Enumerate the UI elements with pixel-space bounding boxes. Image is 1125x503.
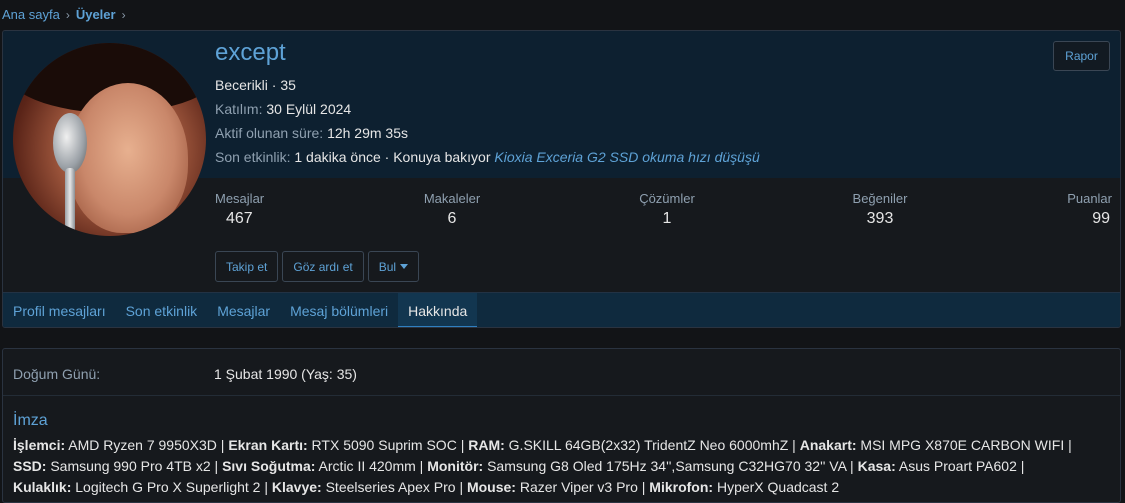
chevron-right-icon: › (121, 7, 126, 22)
sig-key: İşlemci: (13, 437, 66, 453)
tab-profile-posts[interactable]: Profil mesajları (3, 293, 116, 327)
stat-value: 99 (1092, 210, 1110, 227)
about-card: Doğum Günü: 1 Şubat 1990 (Yaş: 35) İmza … (2, 348, 1121, 503)
chevron-right-icon: › (65, 7, 70, 22)
stat-solutions[interactable]: Çözümler 1 (637, 191, 697, 228)
ignore-button[interactable]: Göz ardı et (282, 251, 364, 282)
sig-value: Steelseries Apex Pro | (321, 479, 467, 495)
stat-likes[interactable]: Beğeniler 393 (850, 191, 910, 228)
sig-key: Kasa: (857, 458, 896, 474)
joined-label: Katılım: (215, 101, 263, 117)
online-time-value: 12h 29m 35s (327, 125, 409, 141)
profile-card: except Becerikli · 35 Katılım: 30 Eylül … (2, 30, 1121, 328)
sig-key: Anakart: (799, 437, 857, 453)
signature-body: İşlemci: AMD Ryzen 7 9950X3D | Ekran Kar… (13, 435, 1113, 498)
sig-value: RTX 5090 Suprim SOC | (307, 437, 469, 453)
stat-articles[interactable]: Makaleler 6 (422, 191, 482, 228)
divider (3, 395, 1120, 396)
tab-postings[interactable]: Mesajlar (207, 293, 280, 327)
joined-line: Katılım: 30 Eylül 2024 (215, 101, 351, 117)
breadcrumb-home-link[interactable]: Ana sayfa (2, 7, 60, 22)
avatar[interactable] (13, 43, 206, 236)
sig-value: HyperX Quadcast 2 (713, 479, 840, 495)
last-activity-value: 1 dakika önce · Konuya bakıyor (294, 149, 491, 165)
tab-latest-activity[interactable]: Son etkinlik (116, 293, 208, 327)
online-time-line: Aktif olunan süre: 12h 29m 35s (215, 125, 408, 141)
stat-value: 1 (662, 210, 672, 227)
profile-tabs: Profil mesajları Son etkinlik Mesajlar M… (3, 292, 1120, 327)
sig-value: Asus Proart PA602 | (895, 458, 1025, 474)
sig-value: Logitech G Pro X Superlight 2 | (71, 479, 272, 495)
username[interactable]: except (215, 39, 286, 67)
stat-label: Çözümler (639, 191, 695, 206)
profile-actions: Takip et Göz ardı et Bul (215, 251, 420, 282)
last-thread-link[interactable]: Kioxia Exceria G2 SSD okuma hızı düşüşü (494, 149, 759, 165)
stat-label: Puanlar (1067, 191, 1112, 206)
online-time-label: Aktif olunan süre: (215, 125, 324, 141)
stat-value: 393 (866, 210, 894, 227)
follow-button[interactable]: Takip et (215, 251, 279, 282)
birthday-label: Doğum Günü: (13, 366, 101, 382)
report-button[interactable]: Rapor (1053, 41, 1110, 71)
find-dropdown-button[interactable]: Bul (367, 251, 420, 282)
stat-points[interactable]: Puanlar 99 (1052, 191, 1112, 228)
rank-line: Becerikli · 35 (215, 77, 296, 93)
sig-key: Mouse: (466, 479, 516, 495)
sig-key: Klavye: (271, 479, 322, 495)
breadcrumb: Ana sayfa › Üyeler › (2, 7, 132, 22)
sig-key: Ekran Kartı: (228, 437, 308, 453)
sig-value: Arctic II 420mm | (315, 458, 428, 474)
sig-key: RAM: (468, 437, 505, 453)
last-activity-line: Son etkinlik: 1 dakika önce · Konuya bak… (215, 149, 760, 165)
sig-key: Mikrofon: (649, 479, 714, 495)
stats-row: Mesajlar 467 Makaleler 6 Çözümler 1 Beğe… (215, 191, 1112, 233)
stat-label: Mesajlar (215, 191, 265, 206)
find-label: Bul (378, 259, 397, 274)
birthday-value: 1 Şubat 1990 (Yaş: 35) (214, 366, 357, 382)
caret-down-icon (400, 264, 409, 269)
sig-value: AMD Ryzen 7 9950X3D | (65, 437, 229, 453)
stat-label: Beğeniler (852, 191, 908, 206)
tab-about[interactable]: Hakkında (398, 293, 478, 327)
stat-value: 467 (226, 210, 253, 227)
birthday-row: Doğum Günü: 1 Şubat 1990 (Yaş: 35) (13, 366, 1113, 386)
signature-title: İmza (13, 412, 48, 429)
joined-value: 30 Eylül 2024 (266, 101, 352, 117)
sig-value: Samsung G8 Oled 175Hz 34'',Samsung C32HG… (483, 458, 858, 474)
stat-value: 6 (447, 210, 457, 227)
last-activity-label: Son etkinlik: (215, 149, 291, 165)
sig-value: Samsung 990 Pro 4TB x2 | (46, 458, 223, 474)
sig-key: Kulaklık: (13, 479, 72, 495)
sig-value: G.SKILL 64GB(2x32) TridentZ Neo 6000mhZ … (504, 437, 800, 453)
sig-key: Monitör: (427, 458, 484, 474)
stat-messages[interactable]: Mesajlar 467 (215, 191, 264, 228)
breadcrumb-members-link[interactable]: Üyeler (76, 7, 116, 22)
stat-label: Makaleler (423, 191, 481, 206)
tab-message-sections[interactable]: Mesaj bölümleri (280, 293, 398, 327)
sig-value: Razer Viper v3 Pro | (515, 479, 650, 495)
sig-value: MSI MPG X870E CARBON WIFI | (856, 437, 1072, 453)
sig-key: Sıvı Soğutma: (222, 458, 316, 474)
sig-key: SSD: (13, 458, 47, 474)
